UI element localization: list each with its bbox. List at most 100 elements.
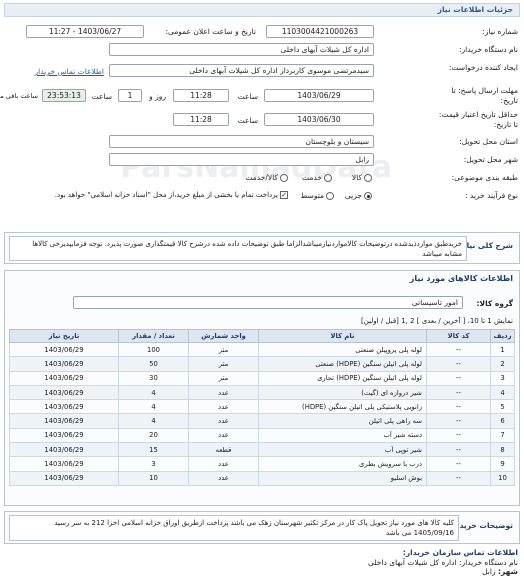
process-option-minor[interactable]: جزیی bbox=[345, 191, 372, 200]
table-row[interactable]: 6 -- سه راهی پلی اتیلن عدد 4 1403/06/29 bbox=[9, 413, 515, 429]
quantity: 50 bbox=[118, 356, 189, 372]
validity-row: حداقل تاریخ اعتبار قیمت: تا تاریخ: 1403/… bbox=[0, 108, 524, 132]
row-number: 6 bbox=[490, 413, 515, 429]
row-number: 3 bbox=[490, 370, 515, 386]
row-number: 9 bbox=[490, 456, 515, 472]
need-date: 1403/06/29 bbox=[9, 370, 119, 386]
validity-hour-label: ساعت bbox=[237, 116, 258, 125]
payment-treasury-option[interactable]: ✓پرداخت تمام یا بخشی از مبلغ خرید،از محل… bbox=[55, 191, 288, 199]
buyer-label: نام دستگاه خریدار: bbox=[458, 45, 518, 54]
table-row[interactable]: 3 -- لوله پلی اتیلن سنگین (HDPE) تجاری متر 3… bbox=[9, 370, 515, 386]
table-row[interactable]: 7 -- دسته شیر آب عدد 20 1403/06/29 bbox=[9, 427, 515, 444]
category-option-goods[interactable]: کالا bbox=[352, 173, 372, 182]
description-section: شرح کلی نیاز: خریدطبق مواردذیدشده درتوضی… bbox=[4, 232, 520, 264]
process-option-medium[interactable]: متوسط bbox=[300, 191, 334, 200]
remaining-hour-label: ساعت bbox=[91, 92, 112, 101]
item-code: -- bbox=[426, 341, 491, 358]
table-row[interactable]: 8 -- شیر توپی آب قطعه 15 1403/06/29 bbox=[9, 442, 515, 458]
goods-section-title: اطلاعات کالاهای مورد نیاز bbox=[409, 274, 513, 283]
col-code: کد کالا bbox=[426, 329, 491, 343]
row-number: 10 bbox=[490, 470, 515, 486]
table-row[interactable]: 9 -- درب با سرویش بطری عدد 3 1403/06/29 bbox=[9, 456, 515, 472]
province-field[interactable]: سیستان و بلوچستان bbox=[109, 135, 374, 148]
item-name: زانویی پلاستیکی پلی اتیلن سنگین (HDPE) bbox=[258, 399, 427, 415]
item-name: لوله پلی پروپیلن صنعتی bbox=[258, 341, 427, 358]
need-date: 1403/06/29 bbox=[9, 442, 119, 458]
reply-deadline-row: مهلت ارسال پاسخ: تا تاریخ: 1403/06/29 سا… bbox=[0, 84, 524, 108]
quantity: 4 bbox=[118, 384, 189, 401]
unit: متر bbox=[188, 356, 259, 372]
category-row: طبقه بندی موضوعی: کالا خدمت کالا/خدمت bbox=[0, 170, 524, 186]
goods-table-body: 1 -- لوله پلی پروپیلن صنعتی متر 100 1403/06/2… bbox=[9, 341, 515, 486]
creator-row: ایجاد کننده درخواست: سیدمرتضی موسوی کارب… bbox=[0, 60, 524, 82]
validity-time-field[interactable]: 11:28 bbox=[173, 113, 229, 126]
contact-buyer-link[interactable]: اطلاعات تماس خریدار bbox=[35, 67, 105, 76]
unit: عدد bbox=[188, 399, 259, 415]
item-code: -- bbox=[426, 384, 491, 401]
need-number-field[interactable]: 1103004421000263 bbox=[266, 25, 374, 38]
announce-label: تاریخ و ساعت اعلان عمومی: bbox=[165, 27, 256, 36]
remaining-label: ساعت باقی مانده bbox=[0, 92, 38, 100]
goods-table: ردیف کد کالا نام کالا واحد شمارش تعداد /… bbox=[9, 329, 515, 486]
radio-both[interactable] bbox=[280, 174, 288, 182]
need-date: 1403/06/29 bbox=[9, 399, 119, 415]
item-code: -- bbox=[426, 370, 491, 386]
buyer-contact-footer: اطلاعات تماس سازمان خریدار: نام دستگاه خ… bbox=[4, 548, 520, 576]
creator-field[interactable]: سیدمرتضی موسوی کاربرداز اداره کل شیلات آ… bbox=[109, 64, 374, 77]
item-name: درب با سرویش بطری bbox=[258, 456, 427, 472]
reply-hour-label: ساعت bbox=[237, 92, 258, 101]
item-name: لوله پلی اتیلن سنگین (HDPE) صنعتی bbox=[258, 356, 427, 372]
need-date: 1403/06/29 bbox=[9, 470, 119, 486]
reply-date-field[interactable]: 1403/06/29 bbox=[264, 89, 374, 102]
need-number-row: شماره نیاز: 1103004421000263 تاریخ و ساع… bbox=[0, 24, 524, 40]
validity-date-field[interactable]: 1403/06/30 bbox=[264, 113, 374, 126]
need-date: 1403/06/29 bbox=[9, 427, 119, 444]
city-row: شهر محل تحویل: زابل bbox=[0, 152, 524, 168]
buyer-row: نام دستگاه خریدار: اداره کل شیلات آبهای … bbox=[0, 42, 524, 58]
need-number-label: شماره نیاز: bbox=[482, 27, 518, 36]
unit: عدد bbox=[188, 413, 259, 429]
buyer-field[interactable]: اداره کل شیلات آبهای داخلی bbox=[109, 43, 374, 56]
unit: عدد bbox=[188, 384, 259, 401]
announce-field[interactable]: 1403/06/27 - 11:27 bbox=[26, 25, 144, 38]
item-code: -- bbox=[426, 427, 491, 444]
day-label: روز و bbox=[149, 92, 166, 101]
radio-minor[interactable] bbox=[364, 192, 372, 200]
item-name: بوش اسلیو bbox=[258, 470, 427, 486]
page-title: جزئیات اطلاعات نیاز bbox=[4, 3, 520, 17]
category-option-both[interactable]: کالا/خدمت bbox=[245, 173, 288, 182]
creator-label: ایجاد کننده درخواست: bbox=[448, 63, 518, 72]
province-row: استان محل تحویل: سیستان و بلوچستان bbox=[0, 134, 524, 150]
city-field[interactable]: زابل bbox=[109, 153, 374, 166]
radio-goods[interactable] bbox=[364, 174, 372, 182]
table-row[interactable]: 4 -- شیر دروازه ای (گیت) عدد 4 1403/06/29 bbox=[9, 384, 515, 401]
need-date: 1403/06/29 bbox=[9, 456, 119, 472]
payment-checkbox[interactable]: ✓ bbox=[280, 191, 288, 199]
category-label: طبقه بندی موضوعی: bbox=[451, 173, 518, 182]
unit: عدد bbox=[188, 470, 259, 486]
goods-group-field[interactable]: امور تاسیساتی bbox=[73, 296, 463, 309]
description-text: خریدطبق مواردذیدشده درتوضیحات کالامواردن… bbox=[9, 236, 467, 261]
quantity: 4 bbox=[118, 399, 189, 415]
category-option-service[interactable]: خدمت bbox=[302, 173, 332, 182]
quantity: 20 bbox=[118, 427, 189, 444]
reply-time-field[interactable]: 11:28 bbox=[173, 89, 229, 102]
table-row[interactable]: 10 -- بوش اسلیو عدد 10 1403/06/29 bbox=[9, 470, 515, 486]
pagination[interactable]: نمایش 1 تا 10، [ آخرین / بعدی ] 2 ,1 [قب… bbox=[361, 317, 513, 325]
need-date: 1403/06/29 bbox=[9, 341, 119, 358]
need-date: 1403/06/29 bbox=[9, 413, 119, 429]
unit: عدد bbox=[188, 456, 259, 472]
row-number: 5 bbox=[490, 399, 515, 415]
unit: قطعه bbox=[188, 442, 259, 458]
goods-group-label: گروه کالا: bbox=[476, 299, 514, 308]
item-name: شیر توپی آب bbox=[258, 442, 427, 458]
radio-medium[interactable] bbox=[326, 192, 334, 200]
row-number: 2 bbox=[490, 356, 515, 372]
table-row[interactable]: 2 -- لوله پلی اتیلن سنگین (HDPE) صنعتی متر 5… bbox=[9, 356, 515, 372]
radio-service[interactable] bbox=[324, 174, 332, 182]
row-number: 7 bbox=[490, 427, 515, 444]
footer-title: اطلاعات تماس سازمان خریدار: bbox=[402, 548, 518, 557]
table-row[interactable]: 5 -- زانویی پلاستیکی پلی اتیلن سنگین (HDPE… bbox=[9, 399, 515, 415]
table-row[interactable]: 1 -- لوله پلی پروپیلن صنعتی متر 100 1403/06/2… bbox=[9, 341, 515, 358]
row-number: 4 bbox=[490, 384, 515, 401]
